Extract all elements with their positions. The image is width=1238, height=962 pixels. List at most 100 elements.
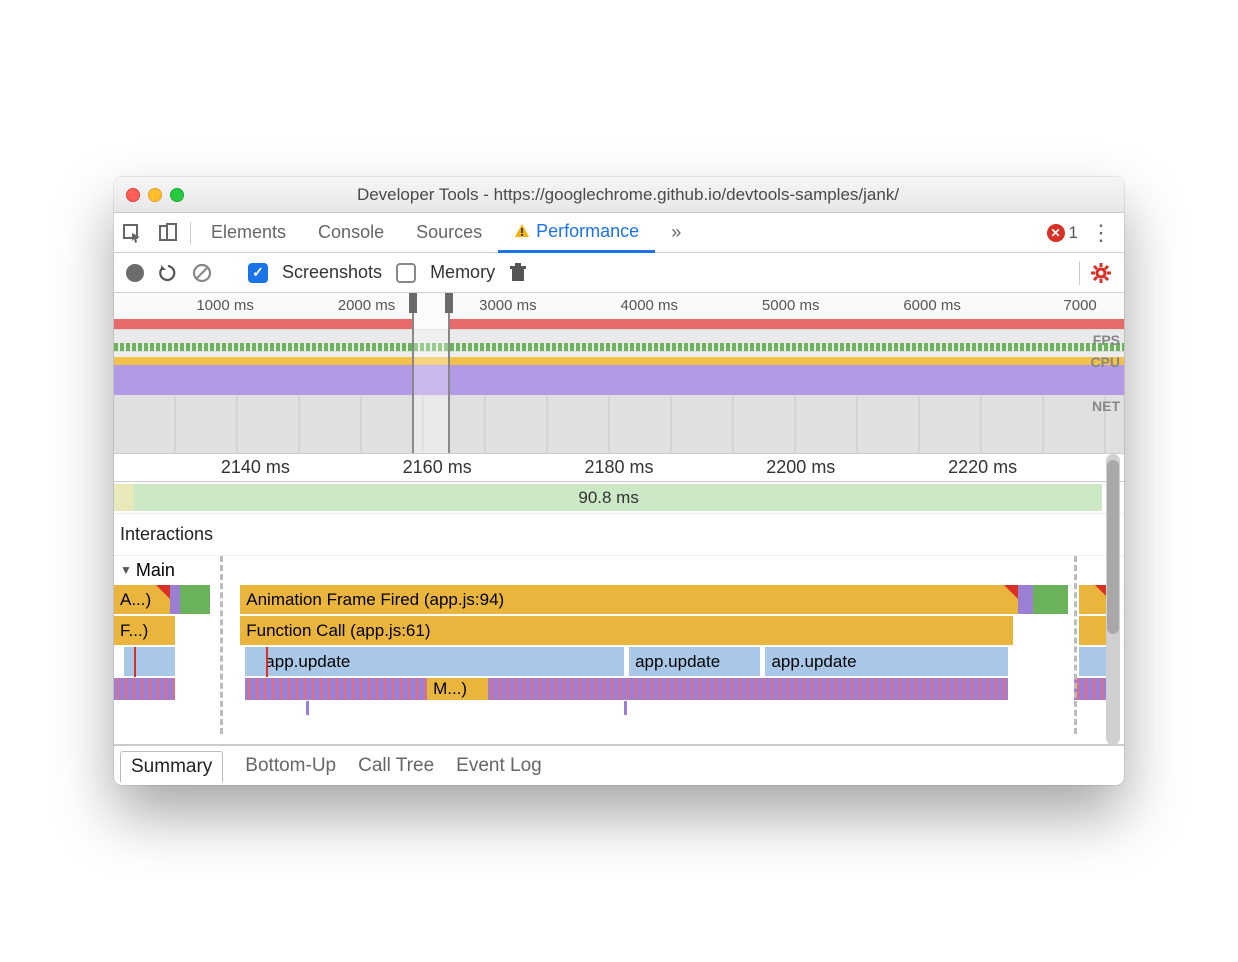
window-title: Developer Tools - https://googlechrome.g… (184, 185, 1112, 205)
screenshots-checkbox[interactable] (248, 263, 268, 283)
frames-row[interactable]: Frames 90.8 ms (114, 482, 1124, 514)
overview-ruler[interactable]: 1000 ms 2000 ms 3000 ms 4000 ms 5000 ms … (114, 293, 1124, 319)
screenshots-label: Screenshots (282, 262, 382, 283)
flame-bar[interactable] (1079, 647, 1109, 676)
ruler-tick: 2140 ms (221, 457, 290, 478)
clear-icon[interactable] (192, 263, 212, 283)
tab-event-log[interactable]: Event Log (456, 755, 542, 777)
tab-sources[interactable]: Sources (400, 213, 498, 253)
flame-bar[interactable]: Function Call (app.js:61) (240, 616, 1013, 645)
flame-track-3[interactable]: M...) (114, 678, 1124, 700)
panel-tabs: Elements Console Sources Performance » ✕… (114, 213, 1124, 253)
flame-bar[interactable] (245, 678, 427, 700)
memory-label: Memory (430, 262, 495, 283)
flame-bar[interactable] (1079, 616, 1109, 645)
interactions-label: Interactions (114, 524, 224, 545)
ruler-tick: 2160 ms (403, 457, 472, 478)
error-count[interactable]: ✕ 1 (1047, 223, 1078, 243)
tab-performance-label: Performance (536, 221, 639, 242)
main-thread[interactable]: ▼ Main A...) Animation Frame Fired (app.… (114, 556, 1124, 745)
ruler-tick: 1000 ms (196, 297, 254, 314)
flame-bar[interactable] (124, 647, 175, 676)
overview-panel[interactable]: 1000 ms 2000 ms 3000 ms 4000 ms 5000 ms … (114, 293, 1124, 454)
error-icon: ✕ (1047, 224, 1065, 242)
flame-bar[interactable] (170, 585, 180, 614)
flame-track-4[interactable] (114, 701, 1124, 723)
error-count-value: 1 (1069, 223, 1078, 243)
overview-lane-cpu: CPU (114, 351, 1124, 395)
frame-boundary (1074, 556, 1077, 734)
vertical-scrollbar[interactable] (1106, 454, 1120, 745)
settings-icon[interactable] (1090, 262, 1112, 284)
flame-track-0[interactable]: A...) Animation Frame Fired (app.js:94) (114, 585, 1124, 615)
reload-icon[interactable] (158, 263, 178, 283)
ruler-tick: 4000 ms (621, 297, 679, 314)
detail-tabs: Summary Bottom-Up Call Tree Event Log (114, 745, 1124, 785)
flame-bar[interactable] (1018, 585, 1033, 614)
flame-bar[interactable]: app.update (765, 647, 1007, 676)
ruler-tick: 2200 ms (766, 457, 835, 478)
ruler-tick: 3000 ms (479, 297, 537, 314)
device-toolbar-icon[interactable] (150, 213, 186, 253)
selection-handle-right[interactable] (445, 293, 453, 313)
lane-label-net: NET (1092, 398, 1120, 414)
interactions-row[interactable]: Interactions (114, 514, 1124, 556)
memory-checkbox[interactable] (396, 263, 416, 283)
ruler-tick: 5000 ms (762, 297, 820, 314)
tab-call-tree[interactable]: Call Tree (358, 755, 434, 777)
perf-toolbar: Screenshots Memory (114, 253, 1124, 293)
flame-bar[interactable]: Animation Frame Fired (app.js:94) (240, 585, 1018, 614)
overview-lane-net: NET (114, 395, 1124, 453)
separator (190, 222, 191, 244)
lane-label-fps: FPS (1093, 332, 1120, 348)
tab-performance[interactable]: Performance (498, 213, 655, 253)
titlebar: Developer Tools - https://googlechrome.g… (114, 177, 1124, 213)
ruler-tick: 2180 ms (584, 457, 653, 478)
separator (1079, 261, 1080, 285)
warning-icon (514, 223, 530, 239)
flame-bar[interactable] (488, 678, 1008, 700)
flame-bar[interactable]: F...) (114, 616, 175, 645)
flame-bar[interactable] (180, 585, 210, 614)
tab-elements[interactable]: Elements (195, 213, 302, 253)
flame-bar[interactable] (114, 678, 175, 700)
scrollbar-thumb[interactable] (1107, 460, 1119, 635)
main-header[interactable]: ▼ Main (114, 556, 1124, 584)
frame-boundary (220, 556, 223, 734)
collapse-icon[interactable]: ▼ (120, 563, 132, 577)
tab-console[interactable]: Console (302, 213, 400, 253)
flame-bar[interactable] (1033, 585, 1068, 614)
lane-label-cpu: CPU (1090, 354, 1120, 370)
flame-track-1[interactable]: F...) Function Call (app.js:61) (114, 616, 1124, 646)
overview-lane-fps: FPS (114, 329, 1124, 351)
selection-handle-left[interactable] (409, 293, 417, 313)
flame-bar[interactable]: app.update (245, 647, 624, 676)
flame-bar[interactable] (1074, 678, 1109, 700)
fps-bar (114, 319, 1124, 329)
flame-bar[interactable]: app.update (629, 647, 760, 676)
devtools-window: Developer Tools - https://googlechrome.g… (114, 177, 1124, 785)
flame-bar[interactable] (1079, 585, 1109, 614)
inspect-element-icon[interactable] (114, 213, 150, 253)
flame-bar[interactable]: M...) (427, 678, 488, 700)
frame-duration: 90.8 ms (578, 488, 638, 508)
traffic-lights (126, 188, 184, 202)
zoom-icon[interactable] (170, 188, 184, 202)
ruler-tick: 2220 ms (948, 457, 1017, 478)
tab-summary[interactable]: Summary (120, 751, 223, 782)
close-icon[interactable] (126, 188, 140, 202)
minimize-icon[interactable] (148, 188, 162, 202)
main-label: Main (136, 560, 175, 581)
detail-panel: 2140 ms 2160 ms 2180 ms 2200 ms 2220 ms … (114, 454, 1124, 745)
more-menu-icon[interactable]: ⋮ (1078, 220, 1124, 246)
ruler-tick: 6000 ms (903, 297, 961, 314)
flame-bar[interactable]: A...) (114, 585, 170, 614)
record-button[interactable] (126, 264, 144, 282)
overview-selection[interactable] (412, 293, 450, 453)
ruler-tick: 2000 ms (338, 297, 396, 314)
trash-icon[interactable] (509, 263, 527, 283)
tab-bottom-up[interactable]: Bottom-Up (245, 755, 336, 777)
detail-ruler[interactable]: 2140 ms 2160 ms 2180 ms 2200 ms 2220 ms (114, 454, 1124, 482)
tabs-overflow[interactable]: » (655, 213, 697, 253)
flame-track-2[interactable]: app.update app.update app.update (114, 647, 1124, 677)
